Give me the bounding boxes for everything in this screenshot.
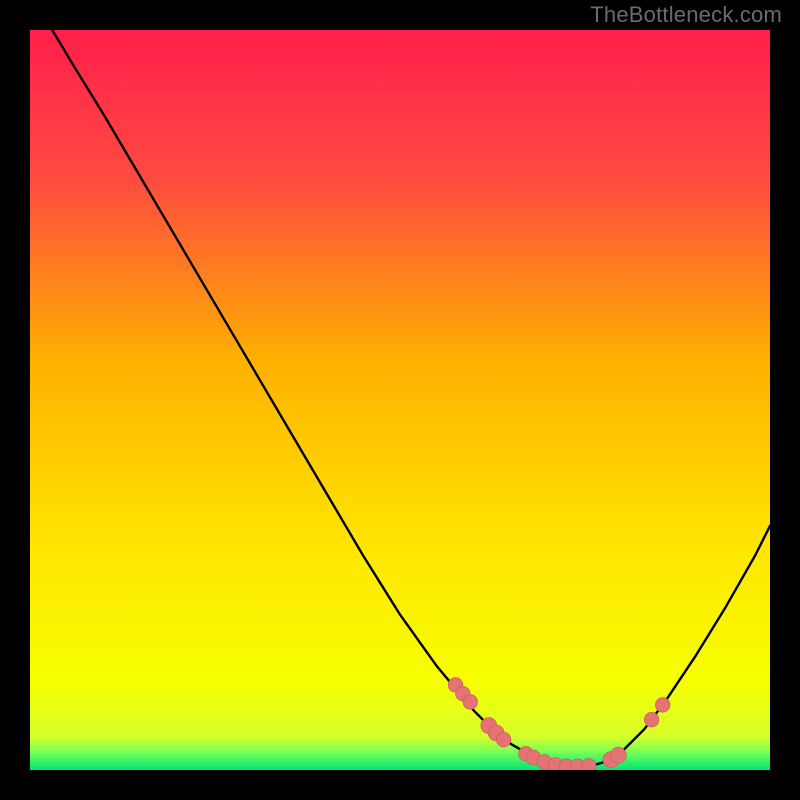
data-marker <box>644 712 659 727</box>
chart-frame: TheBottleneck.com <box>0 0 800 800</box>
chart-svg <box>30 30 770 770</box>
data-marker <box>655 698 670 713</box>
data-marker <box>581 759 596 770</box>
data-marker <box>463 695 478 710</box>
data-marker <box>496 732 511 747</box>
gradient-background <box>30 30 770 770</box>
chart-plot <box>30 30 770 770</box>
data-marker <box>610 747 626 763</box>
attribution-label: TheBottleneck.com <box>590 2 782 28</box>
